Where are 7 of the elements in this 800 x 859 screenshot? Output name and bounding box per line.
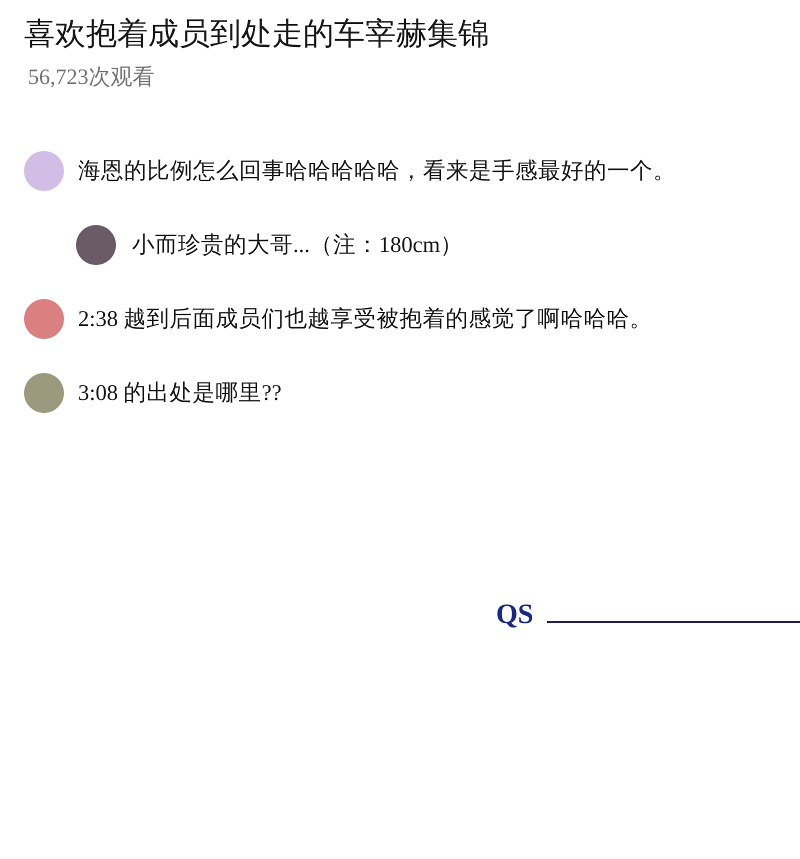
view-count: 56,723次观看 — [28, 63, 156, 92]
video-title: 喜欢抱着成员到处走的车宰赫集锦 — [24, 15, 490, 53]
comment-text: 2:38 越到后面成员们也越享受被抱着的感觉了啊哈哈哈。 — [78, 305, 653, 334]
comment-text: 小而珍贵的大哥...（注：180cm） — [132, 231, 464, 260]
comment-text: 海恩的比例怎么回事哈哈哈哈哈，看来是手感最好的一个。 — [78, 157, 676, 186]
comment-text: 3:08 的出处是哪里?? — [78, 379, 282, 408]
signature-logo: QS — [496, 601, 534, 630]
